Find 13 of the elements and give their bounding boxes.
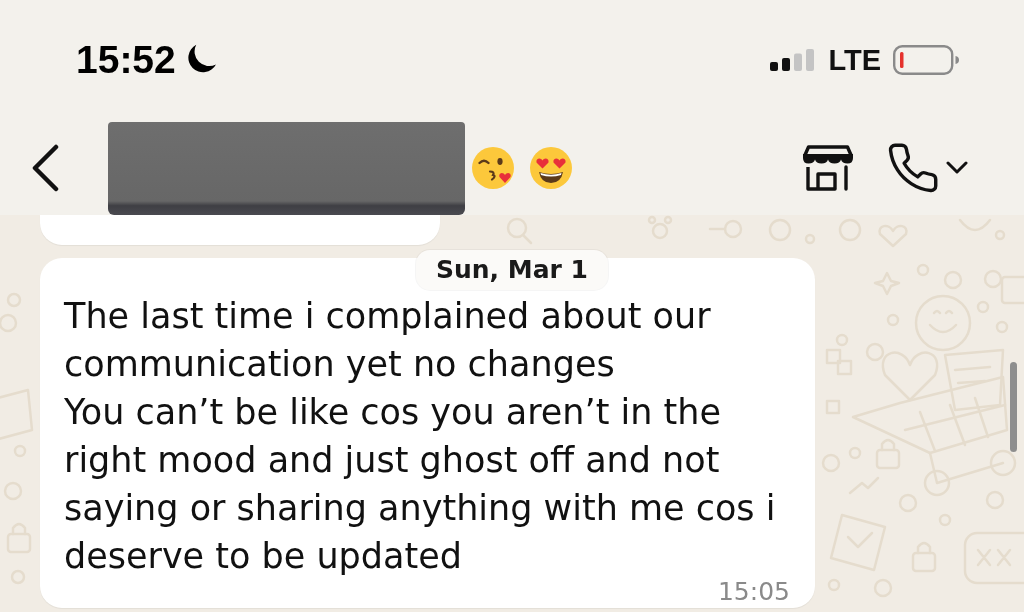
battery-icon bbox=[893, 45, 960, 75]
kissing-face-icon bbox=[471, 145, 515, 190]
date-label: Sun, Mar 1 bbox=[416, 250, 608, 290]
network-label: LTE bbox=[828, 44, 881, 76]
message-time: 15:05 bbox=[717, 580, 790, 604]
status-time: 15:52 bbox=[76, 38, 176, 82]
phone-icon[interactable] bbox=[888, 142, 938, 193]
signal-icon bbox=[770, 49, 817, 71]
storefront-icon[interactable] bbox=[800, 142, 856, 193]
heart-eyes-face-icon bbox=[529, 145, 573, 190]
message-text: The last time i complained about our communication yet no changes You can’t be like cos you aren’t in the right mood and just ghost off and not saying or sharing anything with me cos i deserve to be updated bbox=[64, 295, 777, 578]
caret-icon[interactable] bbox=[946, 160, 968, 175]
back-chevron-icon[interactable] bbox=[30, 143, 60, 192]
